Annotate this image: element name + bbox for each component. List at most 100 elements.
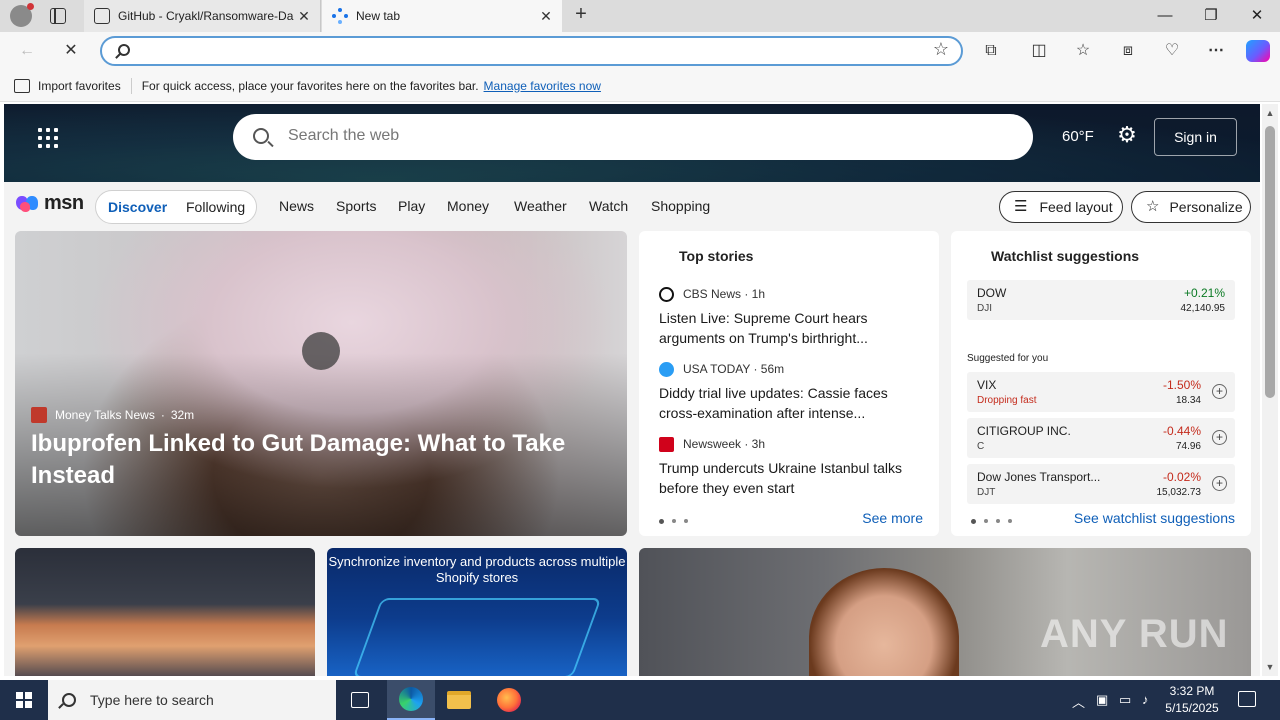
hero-article-card[interactable]: Money Talks News · 32m Ibuprofen Linked … <box>15 231 627 536</box>
manage-favorites-link[interactable]: Manage favorites now <box>484 79 601 93</box>
story-title[interactable]: Trump undercuts Ukraine Istanbul talks b… <box>659 458 927 498</box>
scroll-thumb[interactable] <box>1265 126 1275 398</box>
taskbar-search[interactable]: Type here to search <box>48 680 336 720</box>
tab-github[interactable]: GitHub - Cryakl/Ransomware-Da ✕ <box>84 0 321 32</box>
nav-watch[interactable]: Watch <box>589 198 628 214</box>
show-hidden-icons-icon[interactable]: ︿ <box>1072 692 1085 711</box>
edge-icon <box>399 687 423 711</box>
feed-layout-button[interactable]: ☰ Feed layout <box>999 191 1123 223</box>
sign-in-button[interactable]: Sign in <box>1154 118 1237 156</box>
address-bar[interactable]: ☆ <box>100 36 963 66</box>
web-search-input[interactable]: Search the web <box>288 127 399 145</box>
notifications-icon[interactable] <box>1238 691 1256 707</box>
new-tab-button[interactable]: + <box>570 4 592 26</box>
file-explorer-taskbar-button[interactable] <box>435 680 483 720</box>
article-age: 32m <box>170 408 195 422</box>
minimize-button[interactable]: — <box>1142 0 1188 32</box>
watchlist-panel: Watchlist suggestions DOW DJI +0.21% 42,… <box>951 231 1251 536</box>
add-to-watchlist-button[interactable]: + <box>1212 384 1227 399</box>
tab-discover[interactable]: Discover <box>108 199 167 215</box>
address-input[interactable] <box>142 41 902 61</box>
personalize-button[interactable]: ☆ Personalize <box>1131 191 1251 223</box>
stop-loading-button[interactable]: ✕ <box>58 38 84 64</box>
story-title[interactable]: Diddy trial live updates: Cassie faces c… <box>659 383 927 423</box>
tab-close-icon[interactable]: ✕ <box>536 8 556 25</box>
msn-logo[interactable]: msn <box>16 192 84 215</box>
tab-close-icon[interactable]: ✕ <box>294 8 314 25</box>
firefox-icon <box>497 688 521 712</box>
scroll-down-icon[interactable]: ▼ <box>1265 662 1275 672</box>
web-search-box[interactable]: Search the web <box>233 114 1033 160</box>
import-favorites-button[interactable]: Import favorites <box>38 79 121 93</box>
msn-logo-text: msn <box>44 192 84 214</box>
collections-icon[interactable]: ⧈ <box>1117 40 1139 62</box>
story-item[interactable]: USA TODAY · 56m Diddy trial live updates… <box>659 361 927 423</box>
story-item[interactable]: CBS News · 1h Listen Live: Supreme Court… <box>659 286 927 348</box>
nav-sports[interactable]: Sports <box>336 198 376 214</box>
edge-taskbar-button[interactable] <box>387 680 435 720</box>
tab-new-tab[interactable]: New tab ✕ <box>322 0 562 32</box>
add-to-watchlist-button[interactable]: + <box>1212 476 1227 491</box>
split-screen-icon[interactable]: ◫ <box>1028 40 1050 62</box>
usa-today-icon <box>659 361 674 377</box>
restore-button[interactable]: ❐ <box>1188 0 1234 32</box>
profile-icon[interactable] <box>10 3 34 27</box>
top-stories-title: Top stories <box>679 248 754 264</box>
nav-shopping[interactable]: Shopping <box>651 198 710 214</box>
network-icon[interactable]: ▭ <box>1119 692 1131 708</box>
task-view-button[interactable] <box>336 680 384 720</box>
story-title[interactable]: Listen Live: Supreme Court hears argumen… <box>659 308 927 348</box>
weather-temperature[interactable]: 60°F <box>1062 128 1094 145</box>
stock-change: -1.50% <box>1162 378 1201 392</box>
add-to-watchlist-button[interactable]: + <box>1212 430 1227 445</box>
see-watchlist-suggestions-link[interactable]: See watchlist suggestions <box>1074 510 1235 526</box>
watchlist-row[interactable]: Dow Jones Transport... DJT -0.02% 15,032… <box>967 464 1235 504</box>
github-favicon-icon <box>94 8 110 24</box>
see-more-link[interactable]: See more <box>862 510 923 526</box>
tab-following[interactable]: Following <box>186 199 245 215</box>
task-view-icon <box>351 692 369 708</box>
carousel-dots[interactable] <box>971 519 1012 524</box>
favorites-icon[interactable]: ☆ <box>1072 40 1094 62</box>
volume-icon[interactable]: ♪ <box>1142 692 1149 707</box>
start-button[interactable] <box>0 680 48 720</box>
performance-icon[interactable]: ♡ <box>1161 40 1183 62</box>
ad-card[interactable]: Synchronize inventory and products acros… <box>327 548 627 676</box>
copilot-icon[interactable] <box>1246 40 1270 62</box>
nav-money[interactable]: Money <box>447 198 489 214</box>
scroll-up-icon[interactable]: ▲ <box>1265 108 1275 118</box>
tab-actions-icon[interactable] <box>50 8 66 24</box>
carousel-dots[interactable] <box>659 519 688 524</box>
device-icon[interactable]: ▣ <box>1096 692 1108 708</box>
nav-news[interactable]: News <box>279 198 314 214</box>
stock-name: CITIGROUP INC. <box>977 424 1071 438</box>
extensions-icon[interactable]: ⧉ <box>980 40 1002 62</box>
apps-launcher-icon[interactable] <box>38 128 58 148</box>
money-talks-news-logo-icon <box>31 407 47 423</box>
watchlist-row[interactable]: DOW DJI +0.21% 42,140.95 <box>967 280 1235 320</box>
more-icon[interactable]: ⋯ <box>1205 40 1227 62</box>
story-source: Newsweek · 3h <box>683 437 766 451</box>
search-icon <box>253 128 269 144</box>
nav-play[interactable]: Play <box>398 198 425 214</box>
settings-gear-icon[interactable]: ⚙ <box>1116 124 1138 146</box>
watchlist-row[interactable]: CITIGROUP INC. C -0.44% 74.96 + <box>967 418 1235 458</box>
stock-symbol: DJI <box>977 303 992 314</box>
firefox-taskbar-button[interactable] <box>485 680 533 720</box>
clock[interactable]: 3:32 PM 5/15/2025 <box>1160 683 1224 717</box>
feed-layout-label: Feed layout <box>1039 199 1113 215</box>
cbs-news-icon <box>659 286 674 302</box>
stock-symbol: DJT <box>977 487 996 498</box>
back-button[interactable]: ← <box>14 38 40 64</box>
taskbar-search-input[interactable]: Type here to search <box>90 692 214 708</box>
close-window-button[interactable]: ✕ <box>1234 0 1280 32</box>
story-item[interactable]: Newsweek · 3h Trump undercuts Ukraine Is… <box>659 436 927 498</box>
article-card[interactable] <box>15 548 315 676</box>
favorite-star-icon[interactable]: ☆ <box>933 39 949 60</box>
stock-price: 42,140.95 <box>1180 303 1226 314</box>
stock-change: -0.44% <box>1162 424 1201 438</box>
watchlist-row[interactable]: VIX Dropping fast -1.50% 18.34 + <box>967 372 1235 412</box>
nav-weather[interactable]: Weather <box>514 198 567 214</box>
page-scrollbar[interactable]: ▲ ▼ <box>1262 104 1278 676</box>
article-title[interactable]: Ibuprofen Linked to Gut Damage: What to … <box>31 428 591 492</box>
